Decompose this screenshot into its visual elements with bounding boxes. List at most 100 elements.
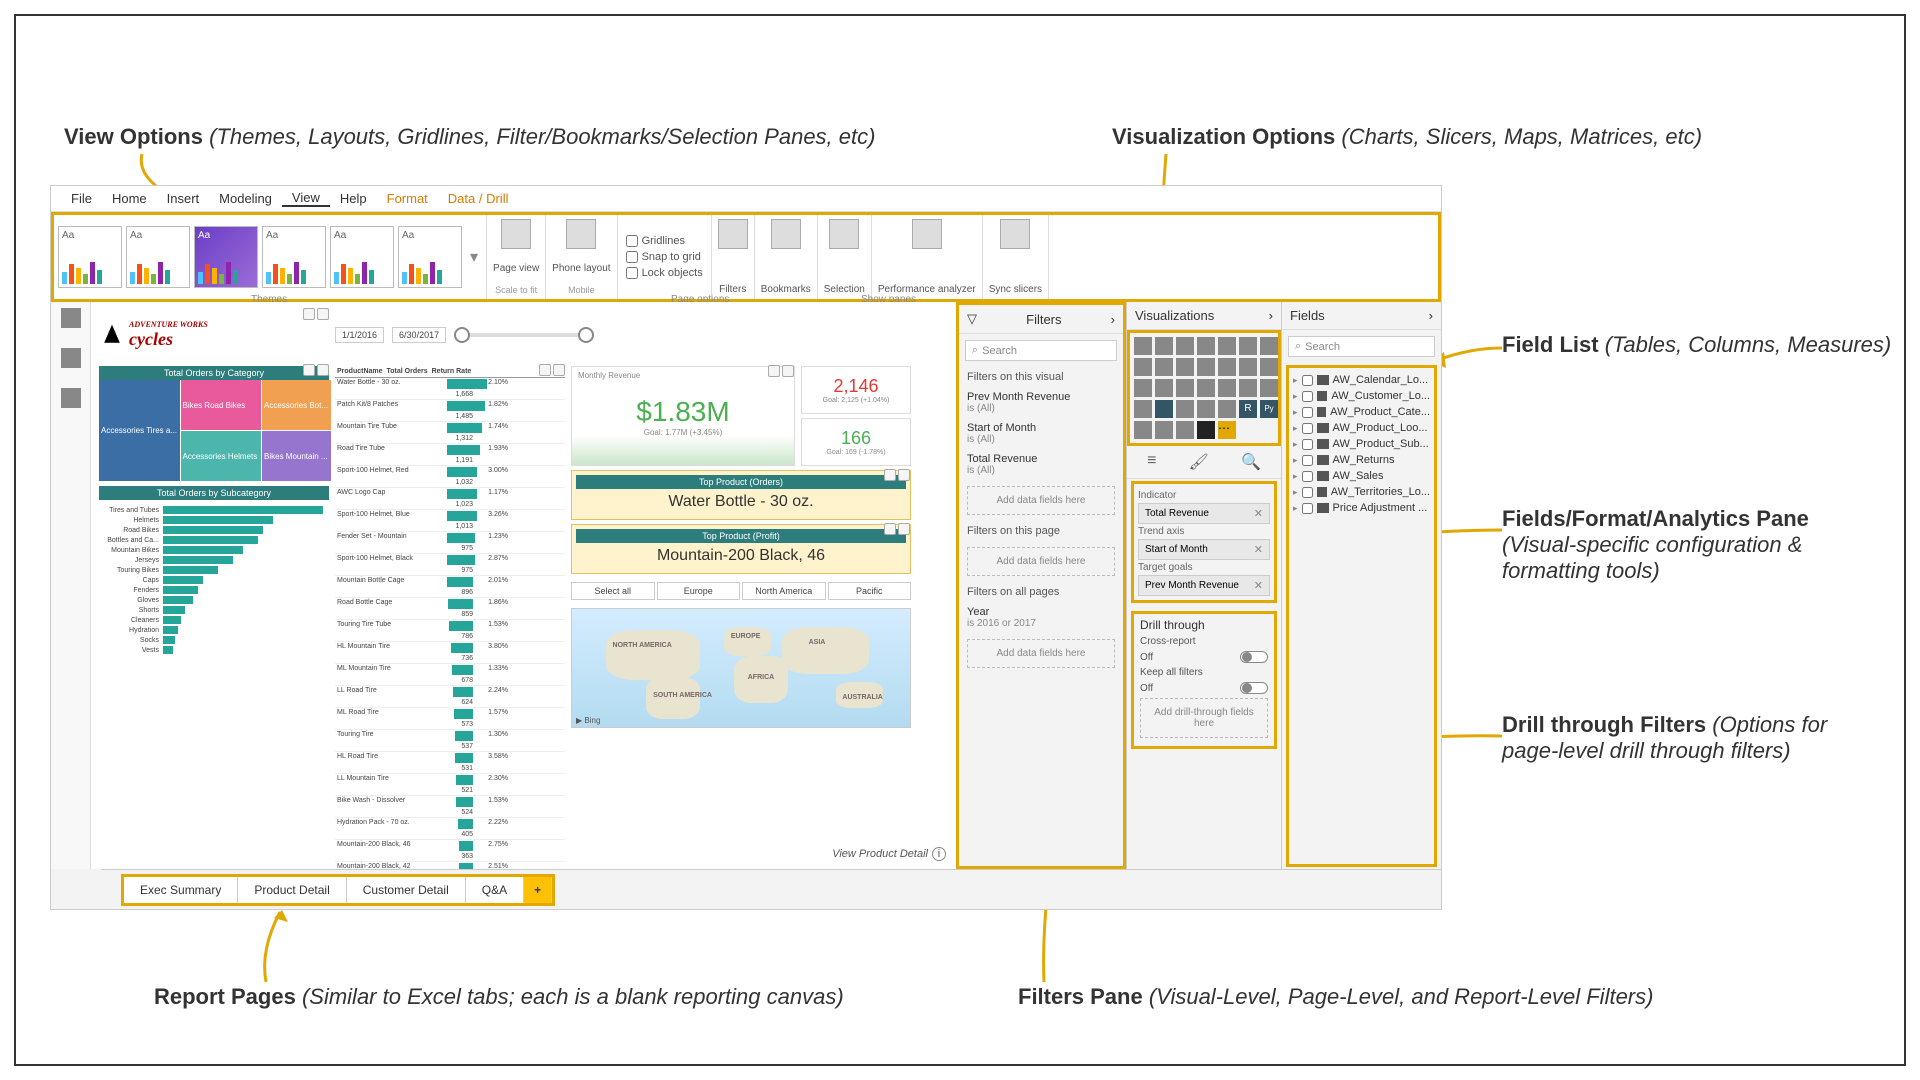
well-indicator-value[interactable]: Total Revenue✕ <box>1138 503 1270 524</box>
bar-row[interactable]: Gloves <box>103 596 325 604</box>
menu-help[interactable]: Help <box>330 191 377 206</box>
slicer-pacific[interactable]: Pacific <box>828 582 912 600</box>
filter-dropzone[interactable]: Add data fields here <box>967 639 1115 668</box>
product-table[interactable]: ProductNameTotal OrdersReturn Rate Water… <box>335 366 565 869</box>
table-row[interactable]: Mountain-200 Black, 46 3632.75% <box>335 840 565 862</box>
field-table-item[interactable]: ▸AW_Sales <box>1291 468 1432 484</box>
table-row[interactable]: Sport-100 Helmet, Black 9752.87% <box>335 554 565 576</box>
filter-dropzone[interactable]: Add data fields here <box>967 486 1115 515</box>
viz-matrix-icon[interactable] <box>1218 400 1236 418</box>
table-row[interactable]: Road Bottle Cage 8591.86% <box>335 598 565 620</box>
table-row[interactable]: Sport-100 Helmet, Red 1,0323.00% <box>335 466 565 488</box>
treemap-cell[interactable]: Accessories Helmets <box>181 431 262 481</box>
viz-line-column-icon[interactable] <box>1176 358 1194 376</box>
viz-qna-icon[interactable] <box>1176 421 1194 439</box>
table-row[interactable]: Bike Wash - Dissolver 5241.53% <box>335 796 565 818</box>
viz-card-icon[interactable] <box>1260 379 1278 397</box>
visual-focus-icon[interactable] <box>317 308 329 320</box>
field-table-item[interactable]: ▸Price Adjustment ... <box>1291 500 1432 516</box>
bar-row[interactable]: Jerseys <box>103 556 325 564</box>
bar-row[interactable]: Hydration <box>103 626 325 634</box>
table-row[interactable]: ML Road Tire 5731.57% <box>335 708 565 730</box>
viz-table-icon[interactable] <box>1197 400 1215 418</box>
table-row[interactable]: Touring Tire Tube 7861.53% <box>335 620 565 642</box>
ribbon-selection[interactable]: Selection <box>818 215 872 299</box>
ribbon-sync-slicers[interactable]: Sync slicers <box>983 215 1049 299</box>
viz-key-influencers-icon[interactable] <box>1134 421 1152 439</box>
table-row[interactable]: AWC Logo Cap 1,0231.17% <box>335 488 565 510</box>
viz-line-icon[interactable] <box>1260 337 1278 355</box>
view-product-detail-link[interactable]: View Product Detail i <box>832 847 946 861</box>
bar-row[interactable]: Tires and Tubes <box>103 506 325 514</box>
barchart-body[interactable]: Tires and TubesHelmetsRoad BikesBottles … <box>99 500 329 710</box>
fields-search[interactable]: Search <box>1288 336 1435 357</box>
menu-file[interactable]: File <box>61 191 102 206</box>
viz-python-icon[interactable]: Py <box>1260 400 1278 418</box>
slicer-na[interactable]: North America <box>742 582 826 600</box>
analytics-tab-icon[interactable]: 🔍 <box>1241 452 1261 472</box>
viz-gauge-icon[interactable] <box>1239 379 1257 397</box>
viz-filled-map-icon[interactable] <box>1218 379 1236 397</box>
field-table-item[interactable]: ▸AW_Product_Cate... <box>1291 404 1432 420</box>
field-table-item[interactable]: ▸AW_Product_Loo... <box>1291 420 1432 436</box>
theme-thumb-2[interactable]: Aa <box>126 226 190 288</box>
menu-view[interactable]: View <box>282 190 330 207</box>
viz-multi-card-icon[interactable] <box>1134 400 1152 418</box>
filter-dropzone[interactable]: Add data fields here <box>967 547 1115 576</box>
theme-thumb-1[interactable]: Aa <box>58 226 122 288</box>
field-table-item[interactable]: ▸AW_Territories_Lo... <box>1291 484 1432 500</box>
bar-row[interactable]: Cleaners <box>103 616 325 624</box>
page-tab-customer-detail[interactable]: Customer Detail <box>347 877 466 903</box>
ribbon-phone-layout[interactable]: Phone layoutMobile <box>546 215 617 299</box>
treemap-cell[interactable]: Bikes Mountain ... <box>262 431 331 481</box>
fields-tab-icon[interactable]: ≡ <box>1147 452 1156 472</box>
visual-icon[interactable] <box>539 364 551 376</box>
treemap-and-bars[interactable]: Total Orders by Category Accessories Tir… <box>99 366 329 869</box>
ribbon-filters[interactable]: Filters <box>712 215 755 299</box>
table-row[interactable]: Fender Set - Mountain 9751.23% <box>335 532 565 554</box>
region-slicer[interactable]: Select all Europe North America Pacific <box>571 582 911 600</box>
table-row[interactable]: HL Mountain Tire 7363.80% <box>335 642 565 664</box>
snap-to-grid-checkbox[interactable]: Snap to grid <box>626 251 703 263</box>
visual-icon[interactable] <box>768 365 780 377</box>
table-row[interactable]: Water Bottle - 30 oz. 1,6682.10% <box>335 378 565 400</box>
slicer-all[interactable]: Select all <box>571 582 655 600</box>
theme-thumb-3[interactable]: Aa <box>194 226 258 288</box>
map-visual[interactable]: NORTH AMERICA SOUTH AMERICA EUROPE AFRIC… <box>571 608 911 728</box>
visual-icon[interactable] <box>553 364 565 376</box>
viz-funnel-icon[interactable] <box>1239 358 1257 376</box>
menu-data-drill[interactable]: Data / Drill <box>438 191 519 206</box>
page-tab-add[interactable]: + <box>524 877 552 903</box>
bar-row[interactable]: Mountain Bikes <box>103 546 325 554</box>
field-table-item[interactable]: ▸AW_Product_Sub... <box>1291 436 1432 452</box>
table-row[interactable]: LL Mountain Tire 5212.30% <box>335 774 565 796</box>
page-tab-product-detail[interactable]: Product Detail <box>238 877 346 903</box>
table-row[interactable]: Patch Kit/8 Patches 1,4851.82% <box>335 400 565 422</box>
viz-stacked-bar-icon[interactable] <box>1134 337 1152 355</box>
viz-area-icon[interactable] <box>1134 358 1152 376</box>
table-row[interactable]: Sport-100 Helmet, Blue 1,0133.26% <box>335 510 565 532</box>
viz-stacked-area-icon[interactable] <box>1155 358 1173 376</box>
gridlines-checkbox[interactable]: Gridlines <box>626 235 703 247</box>
visual-icon[interactable] <box>898 469 910 481</box>
visual-icon[interactable] <box>898 523 910 535</box>
viz-clustered-bar-icon[interactable] <box>1176 337 1194 355</box>
kpi-revenue[interactable]: Monthly Revenue $1.83M Goal: 1.77M (+3.4… <box>571 366 795 466</box>
page-tab-qna[interactable]: Q&A <box>466 877 524 903</box>
table-row[interactable]: Mountain Bottle Cage 8962.01% <box>335 576 565 598</box>
treemap-cell[interactable]: Accessories Tires a... <box>99 380 180 481</box>
keep-filters-toggle[interactable] <box>1240 682 1268 694</box>
table-row[interactable]: LL Road Tire 6242.24% <box>335 686 565 708</box>
viz-import-icon[interactable]: ⋯ <box>1218 421 1236 439</box>
themes-dropdown[interactable]: ▾ <box>466 247 482 267</box>
ribbon-performance[interactable]: Performance analyzer <box>872 215 983 299</box>
visual-filter-icon[interactable] <box>303 308 315 320</box>
viz-100-bar-icon[interactable] <box>1218 337 1236 355</box>
viz-pie-icon[interactable] <box>1134 379 1152 397</box>
menu-modeling[interactable]: Modeling <box>209 191 282 206</box>
model-view-icon[interactable] <box>61 388 81 408</box>
table-row[interactable]: Road Tire Tube 1,1911.93% <box>335 444 565 466</box>
bar-row[interactable]: Socks <box>103 636 325 644</box>
top-product-profit[interactable]: Top Product (Profit) Mountain-200 Black,… <box>571 524 911 574</box>
field-table-item[interactable]: ▸AW_Calendar_Lo... <box>1291 372 1432 388</box>
